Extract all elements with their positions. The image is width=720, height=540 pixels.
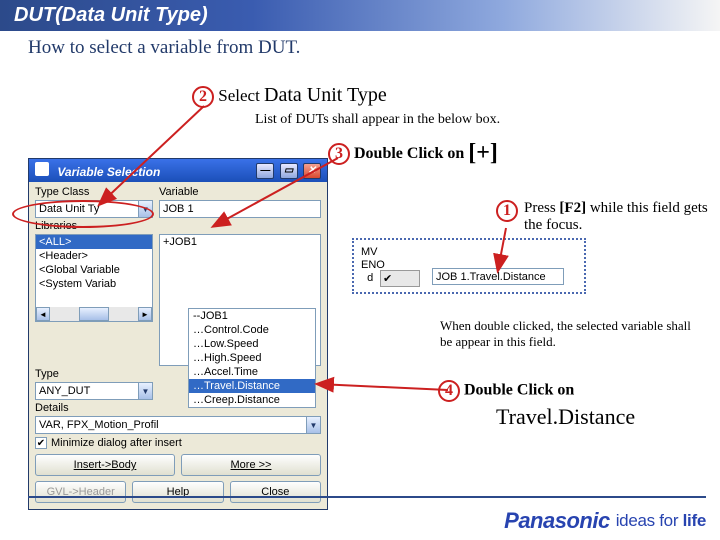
libraries-listbox[interactable]: <ALL> <Header> <Global Variable <System …	[35, 234, 153, 322]
step-1-prefix: Press	[524, 200, 559, 216]
step-1-key: [F2]	[559, 200, 586, 216]
chevron-down-icon[interactable]: ▼	[306, 417, 320, 433]
insert-button[interactable]: Insert->Body	[35, 454, 175, 476]
when-double-clicked-note: When double clicked, the selected variab…	[440, 318, 700, 350]
type-value: ANY_DUT	[39, 385, 90, 397]
step-4-value: Travel.Distance	[496, 404, 635, 430]
list-item-selected[interactable]: …Travel.Distance	[189, 379, 315, 393]
step-1-text: 1 Press [F2] while this field gets the f…	[496, 200, 716, 234]
list-item[interactable]: <System Variab	[36, 277, 152, 291]
chevron-down-icon[interactable]: ▼	[138, 383, 152, 399]
list-item[interactable]: --JOB1	[189, 309, 315, 323]
details-value: VAR, FPX_Motion_Profil	[39, 419, 159, 431]
step-2-prefix: Select	[218, 86, 264, 105]
scroll-thumb[interactable]	[79, 307, 109, 321]
list-item[interactable]: <Global Variable	[36, 263, 152, 277]
scroll-left-icon[interactable]: ◄	[36, 307, 50, 321]
close-button[interactable]: ✕	[303, 163, 321, 179]
dialog-titlebar[interactable]: Variable Selection — ▭ ✕	[29, 159, 327, 182]
minimize-checkbox-row[interactable]: ✔ Minimize dialog after insert	[35, 437, 321, 449]
step-3-symbol: [+]	[468, 140, 498, 166]
minimize-button[interactable]: —	[256, 163, 274, 179]
typeclass-highlight-oval	[12, 200, 154, 228]
list-item[interactable]: …Control.Code	[189, 323, 315, 337]
step-3-circle: 3	[328, 143, 350, 165]
type-dropdown[interactable]: ANY_DUT ▼	[35, 382, 153, 400]
list-item[interactable]: <ALL>	[36, 235, 152, 249]
variable-input[interactable]: JOB 1	[159, 200, 321, 218]
tree-item[interactable]: +JOB1	[160, 235, 320, 249]
details-field[interactable]: VAR, FPX_Motion_Profil ▼	[35, 416, 321, 434]
step-3-text: 3 Double Click on [+]	[328, 140, 498, 167]
tagline: ideas for life	[616, 511, 706, 531]
scroll-right-icon[interactable]: ►	[138, 307, 152, 321]
step-2-strong: Data Unit Type	[264, 84, 387, 106]
checkbox-label: Minimize dialog after insert	[51, 437, 182, 449]
page-title: DUT(Data Unit Type)	[0, 0, 720, 31]
target-field-value: JOB 1.Travel.Distance	[436, 271, 546, 283]
list-item[interactable]: …High.Speed	[189, 351, 315, 365]
label-type: Type	[35, 368, 153, 380]
step-2-text: 2 Select Data Unit Type	[192, 84, 387, 108]
label-typeclass: Type Class	[35, 186, 153, 198]
step-2-circle: 2	[192, 86, 214, 108]
dialog-title: Variable Selection	[57, 165, 160, 179]
label-details: Details	[35, 402, 153, 414]
list-item[interactable]: …Low.Speed	[189, 337, 315, 351]
dialog-close-button[interactable]: Close	[230, 481, 321, 503]
dialog-title-icon	[35, 162, 49, 176]
more-button[interactable]: More >>	[181, 454, 321, 476]
label-variable: Variable	[159, 186, 321, 198]
brand-text: Panasonic	[504, 508, 610, 534]
target-field[interactable]: JOB 1.Travel.Distance	[432, 268, 564, 285]
step-4-text: 4 Double Click on	[438, 380, 574, 402]
help-button[interactable]: Help	[132, 481, 223, 503]
footer-divider	[28, 496, 706, 498]
job-popup-list[interactable]: --JOB1 …Control.Code …Low.Speed …High.Sp…	[188, 308, 316, 408]
step-4-label: Double Click on	[464, 382, 574, 399]
footer-logo: Panasonic ideas for life	[504, 508, 706, 534]
h-scrollbar[interactable]: ◄ ►	[36, 307, 152, 321]
fragment-tick: ✔	[380, 270, 420, 287]
step-4-circle: 4	[438, 380, 460, 402]
page-subtitle: How to select a variable from DUT.	[0, 31, 720, 61]
step-3-label: Double Click on	[354, 145, 468, 162]
checkbox-icon[interactable]: ✔	[35, 437, 47, 449]
list-caption: List of DUTs shall appear in the below b…	[255, 112, 500, 128]
variable-value: JOB 1	[163, 203, 194, 215]
gvl-button: GVL->Header	[35, 481, 126, 503]
step-1-circle: 1	[496, 200, 518, 222]
list-item[interactable]: …Creep.Distance	[189, 393, 315, 407]
list-item[interactable]: <Header>	[36, 249, 152, 263]
maximize-button[interactable]: ▭	[280, 163, 298, 179]
list-item[interactable]: …Accel.Time	[189, 365, 315, 379]
